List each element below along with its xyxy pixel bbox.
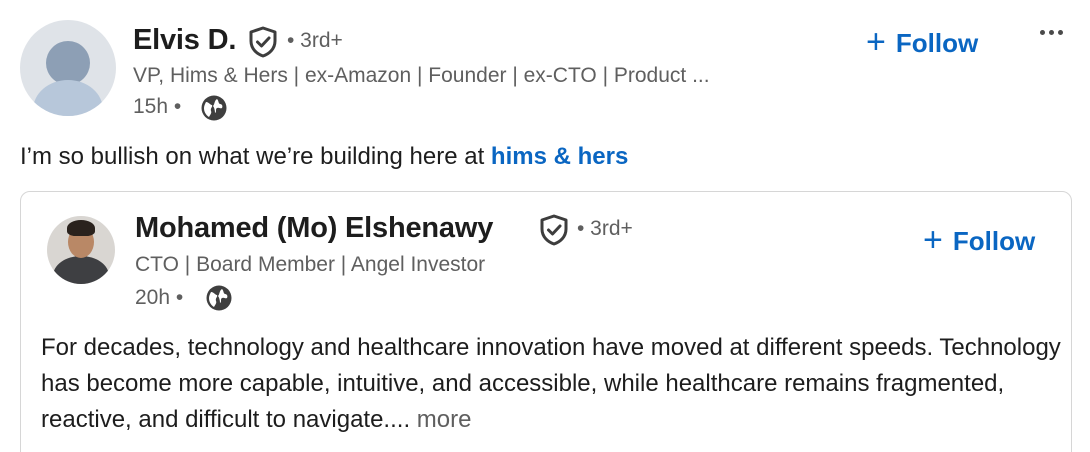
plus-icon: + <box>866 23 886 61</box>
verified-shield-icon <box>540 214 568 246</box>
author-name[interactable]: Elvis D. <box>133 24 236 57</box>
connection-degree: • 3rd+ <box>577 217 633 240</box>
see-more-link[interactable]: more <box>417 406 472 433</box>
reshared-author-avatar[interactable] <box>47 216 115 284</box>
plus-icon: + <box>923 221 943 259</box>
avatar-placeholder-body <box>33 80 103 116</box>
verified-shield-icon <box>249 26 277 58</box>
follow-button[interactable]: + Follow <box>866 23 979 61</box>
more-options-icon[interactable] <box>1040 30 1063 35</box>
post-timestamp: 15h • <box>133 95 182 118</box>
author-headline: VP, Hims & Hers | ex-Amazon | Founder | … <box>133 64 710 87</box>
post-body-text: For decades, technology and healthcare i… <box>41 334 1061 433</box>
dot <box>1058 30 1063 35</box>
post-commentary: I’m so bullish on what we’re building he… <box>20 143 628 171</box>
reshared-post-card[interactable]: Mohamed (Mo) Elshenawy • 3rd+ CTO | Boar… <box>20 191 1072 452</box>
company-mention-link[interactable]: hims & hers <box>491 143 628 170</box>
globe-icon <box>201 95 227 121</box>
reshared-author-headline: CTO | Board Member | Angel Investor <box>135 253 486 276</box>
commentary-text: I’m so bullish on what we’re building he… <box>20 143 491 170</box>
follow-label: Follow <box>952 226 1036 256</box>
avatar-shirt <box>53 256 109 284</box>
author-avatar[interactable] <box>20 20 116 116</box>
follow-label: Follow <box>895 28 979 58</box>
dot <box>1049 30 1054 35</box>
reshared-author-name[interactable]: Mohamed (Mo) Elshenawy <box>135 212 493 245</box>
globe-icon <box>206 285 232 311</box>
reshared-post-timestamp: 20h • <box>135 286 184 309</box>
avatar-placeholder-head <box>46 41 90 85</box>
avatar-hair <box>67 220 95 236</box>
connection-degree: • 3rd+ <box>287 29 343 52</box>
feed-post: Elvis D. • 3rd+ VP, Hims & Hers | ex-Ama… <box>0 0 1090 452</box>
reshared-follow-button[interactable]: + Follow <box>923 221 1036 259</box>
reshared-post-text: For decades, technology and healthcare i… <box>41 330 1061 438</box>
dot <box>1040 30 1045 35</box>
